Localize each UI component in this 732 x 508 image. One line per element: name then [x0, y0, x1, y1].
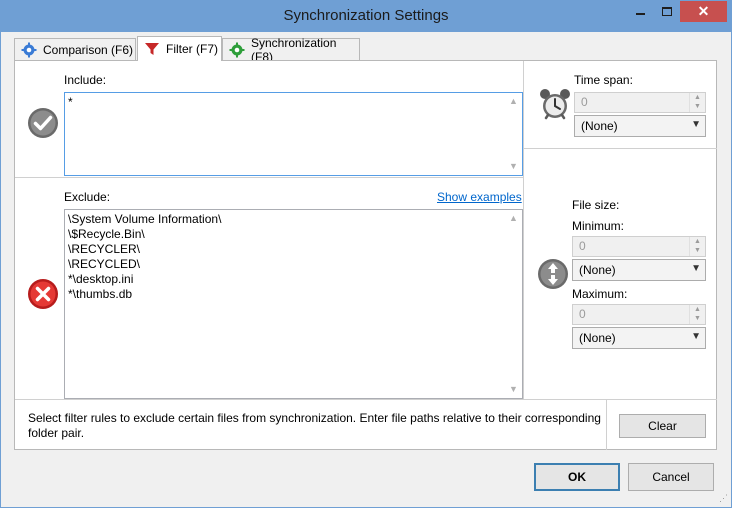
title-bar: Synchronization Settings ✕ [1, 1, 731, 32]
sync-gear-icon [229, 42, 245, 58]
exclude-line: *\desktop.ini [68, 272, 134, 286]
exclude-line: \$Recycle.Bin\ [68, 227, 145, 241]
time-span-label: Time span: [574, 73, 633, 87]
scroll-down-icon[interactable]: ▼ [505, 381, 522, 398]
cross-icon [28, 279, 58, 309]
exclude-line: \RECYCLED\ [68, 257, 141, 271]
time-span-spinner[interactable]: 0 ▲ ▼ [574, 92, 706, 113]
maximum-size-spinner[interactable]: 0 ▲ ▼ [572, 304, 706, 325]
minimize-icon [636, 13, 645, 15]
maximize-icon [662, 7, 672, 16]
exclude-scrollbar[interactable]: ▲ ▼ [505, 210, 522, 398]
tab-filter[interactable]: Filter (F7) [137, 36, 222, 61]
time-span-unit-select[interactable]: (None) ▼ [574, 115, 706, 137]
filter-panel: Include: * ▲ ▼ Exclude: Show examples \S… [14, 60, 717, 450]
minimum-size-unit-select[interactable]: (None) ▼ [572, 259, 706, 281]
tab-filter-label: Filter (F7) [166, 42, 218, 56]
size-arrows-icon [537, 258, 569, 290]
filter-icon [144, 41, 160, 57]
file-size-label: File size: [572, 198, 620, 212]
minimum-size-spinner[interactable]: 0 ▲ ▼ [572, 236, 706, 257]
scroll-up-icon[interactable]: ▲ [505, 93, 522, 110]
scroll-up-icon[interactable]: ▲ [505, 210, 522, 227]
minimum-size-value: 0 [579, 239, 586, 253]
tab-comparison-label: Comparison (F6) [43, 42, 134, 57]
spinner-arrows[interactable]: ▲ ▼ [689, 237, 705, 256]
settings-window: Synchronization Settings ✕ Comparison (F… [0, 0, 732, 508]
footer-vertical-divider [606, 399, 607, 450]
exclude-textarea[interactable]: \System Volume Information\ \$Recycle.Bi… [64, 209, 523, 399]
exclude-label: Exclude: [64, 190, 111, 204]
include-label: Include: [64, 73, 107, 87]
filter-help-text: Select filter rules to exclude certain f… [28, 411, 601, 440]
maximum-label: Maximum: [572, 287, 628, 301]
maximum-size-value: 0 [579, 307, 586, 321]
resize-grip-icon[interactable]: ⋰ [719, 493, 728, 504]
chevron-down-icon: ▼ [691, 331, 701, 342]
include-divider [15, 177, 523, 178]
maximum-size-unit: (None) [579, 331, 616, 345]
scroll-down-icon[interactable]: ▼ [505, 158, 522, 175]
footer-divider [15, 399, 717, 400]
window-title: Synchronization Settings [283, 7, 449, 24]
chevron-down-icon: ▼ [691, 263, 701, 274]
maximum-size-unit-select[interactable]: (None) ▼ [572, 327, 706, 349]
alarm-clock-icon [538, 87, 572, 121]
include-textarea[interactable]: * ▲ ▼ [64, 92, 523, 176]
exclude-line: \System Volume Information\ [68, 212, 222, 226]
include-scrollbar[interactable]: ▲ ▼ [505, 93, 522, 175]
spinner-arrows[interactable]: ▲ ▼ [689, 305, 705, 324]
cancel-button[interactable]: Cancel [628, 463, 714, 491]
vertical-divider [523, 61, 524, 399]
close-button[interactable]: ✕ [680, 1, 727, 22]
minimum-label: Minimum: [572, 219, 625, 233]
chevron-down-icon: ▼ [691, 119, 701, 130]
timespan-divider [523, 148, 717, 149]
tab-comparison[interactable]: Comparison (F6) [14, 38, 136, 60]
maximize-button[interactable] [654, 1, 680, 22]
exclude-line: *\thumbs.db [68, 287, 133, 301]
gear-icon [21, 42, 37, 58]
exclude-line: \RECYCLER\ [68, 242, 141, 256]
spinner-arrows[interactable]: ▲ ▼ [689, 93, 705, 112]
show-examples-link[interactable]: Show examples [437, 190, 522, 204]
clear-button[interactable]: Clear [619, 414, 706, 438]
checkmark-icon [28, 108, 58, 138]
time-span-unit: (None) [581, 119, 618, 133]
ok-button[interactable]: OK [534, 463, 620, 491]
time-span-value: 0 [581, 95, 588, 109]
exclude-cross-icon [27, 278, 59, 310]
tab-synchronization[interactable]: Synchronization (F8) [222, 36, 360, 64]
minimum-size-unit: (None) [579, 263, 616, 277]
include-check-icon [27, 107, 59, 139]
close-icon: ✕ [697, 3, 710, 19]
include-value: * [68, 95, 73, 109]
minimize-button[interactable] [628, 1, 654, 22]
